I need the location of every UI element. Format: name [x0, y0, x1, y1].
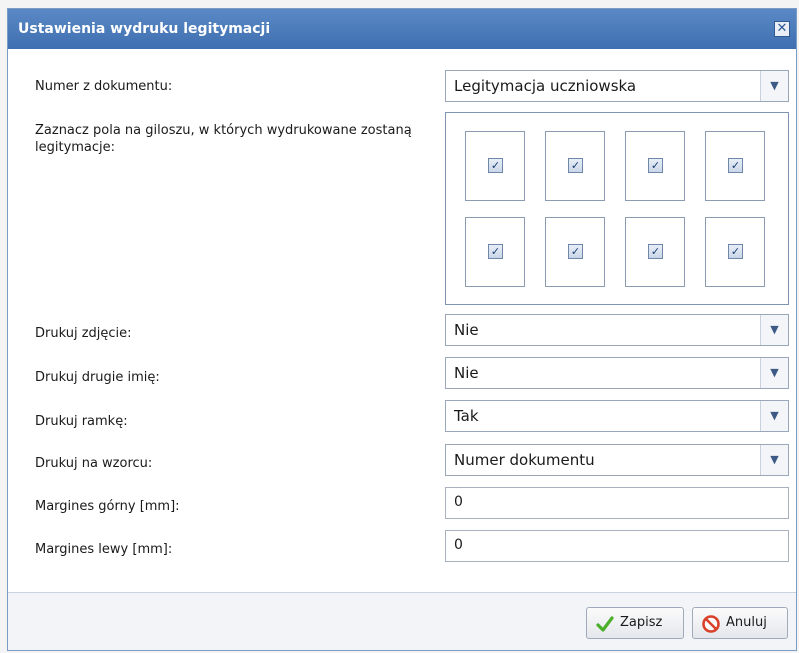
- margines-lewy-input[interactable]: 0: [445, 530, 789, 562]
- save-button[interactable]: Zapisz: [586, 607, 684, 639]
- chevron-down-icon[interactable]: ▼: [760, 315, 788, 345]
- giloszu-field[interactable]: ✓: [545, 131, 605, 201]
- checkbox[interactable]: ✓: [728, 158, 743, 173]
- drukuj-drugie-imie-select[interactable]: Nie ▼: [445, 357, 789, 389]
- chevron-down-icon[interactable]: ▼: [760, 445, 788, 475]
- chevron-down-icon[interactable]: ▼: [760, 401, 788, 431]
- drukuj-ramke-value: Tak: [454, 407, 479, 425]
- close-icon: ✕: [776, 21, 788, 36]
- checkbox[interactable]: ✓: [568, 244, 583, 259]
- giloszu-grid: ✓ ✓ ✓ ✓ ✓ ✓ ✓ ✓: [445, 112, 789, 305]
- dialog-title: Ustawienia wydruku legitymacji: [18, 21, 271, 37]
- print-settings-dialog: Ustawienia wydruku legitymacji ✕ Numer z…: [7, 8, 797, 651]
- no-entry-icon: [702, 615, 720, 633]
- giloszu-field[interactable]: ✓: [465, 217, 525, 287]
- drukuj-ramke-select[interactable]: Tak ▼: [445, 400, 789, 432]
- close-button[interactable]: ✕: [774, 21, 790, 37]
- chevron-down-icon[interactable]: ▼: [760, 71, 788, 101]
- drukuj-zdjecie-select[interactable]: Nie ▼: [445, 314, 789, 346]
- drukuj-zdjecie-value: Nie: [454, 321, 479, 339]
- numer-label: Numer z dokumentu:: [35, 79, 173, 94]
- giloszu-field[interactable]: ✓: [705, 131, 765, 201]
- giloszu-field[interactable]: ✓: [625, 131, 685, 201]
- giloszu-field[interactable]: ✓: [705, 217, 765, 287]
- giloszu-field[interactable]: ✓: [545, 217, 605, 287]
- margines-lewy-value: 0: [454, 537, 463, 553]
- checkbox[interactable]: ✓: [648, 244, 663, 259]
- drukuj-na-wzorcu-select[interactable]: Numer dokumentu ▼: [445, 444, 789, 476]
- dialog-titlebar: Ustawienia wydruku legitymacji ✕: [8, 9, 796, 49]
- checkbox[interactable]: ✓: [568, 158, 583, 173]
- checkbox[interactable]: ✓: [728, 244, 743, 259]
- drukuj-zdjecie-label: Drukuj zdjęcie:: [35, 326, 132, 341]
- giloszu-label: Zaznacz pola na giloszu, w których wydru…: [35, 123, 412, 155]
- giloszu-field[interactable]: ✓: [465, 131, 525, 201]
- chevron-down-icon[interactable]: ▼: [760, 358, 788, 388]
- checkbox[interactable]: ✓: [488, 158, 503, 173]
- checkbox[interactable]: ✓: [488, 244, 503, 259]
- save-button-label: Zapisz: [620, 615, 663, 630]
- margines-gorny-input[interactable]: 0: [445, 487, 789, 519]
- drukuj-ramke-label: Drukuj ramkę:: [35, 414, 128, 429]
- cancel-button[interactable]: Anuluj: [692, 607, 788, 639]
- drukuj-drugie-imie-value: Nie: [454, 364, 479, 382]
- margines-gorny-value: 0: [454, 494, 463, 510]
- giloszu-field[interactable]: ✓: [625, 217, 685, 287]
- cancel-button-label: Anuluj: [726, 615, 767, 630]
- margines-lewy-label: Margines lewy [mm]:: [35, 542, 173, 557]
- drukuj-na-wzorcu-value: Numer dokumentu: [454, 451, 595, 469]
- checkbox[interactable]: ✓: [648, 158, 663, 173]
- drukuj-drugie-imie-label: Drukuj drugie imię:: [35, 370, 160, 385]
- drukuj-na-wzorcu-label: Drukuj na wzorcu:: [35, 456, 153, 471]
- margines-gorny-label: Margines górny [mm]:: [35, 499, 180, 514]
- checkmark-icon: [596, 616, 614, 632]
- numer-select[interactable]: Legitymacja uczniowska ▼: [445, 70, 789, 102]
- numer-select-value: Legitymacja uczniowska: [454, 77, 637, 95]
